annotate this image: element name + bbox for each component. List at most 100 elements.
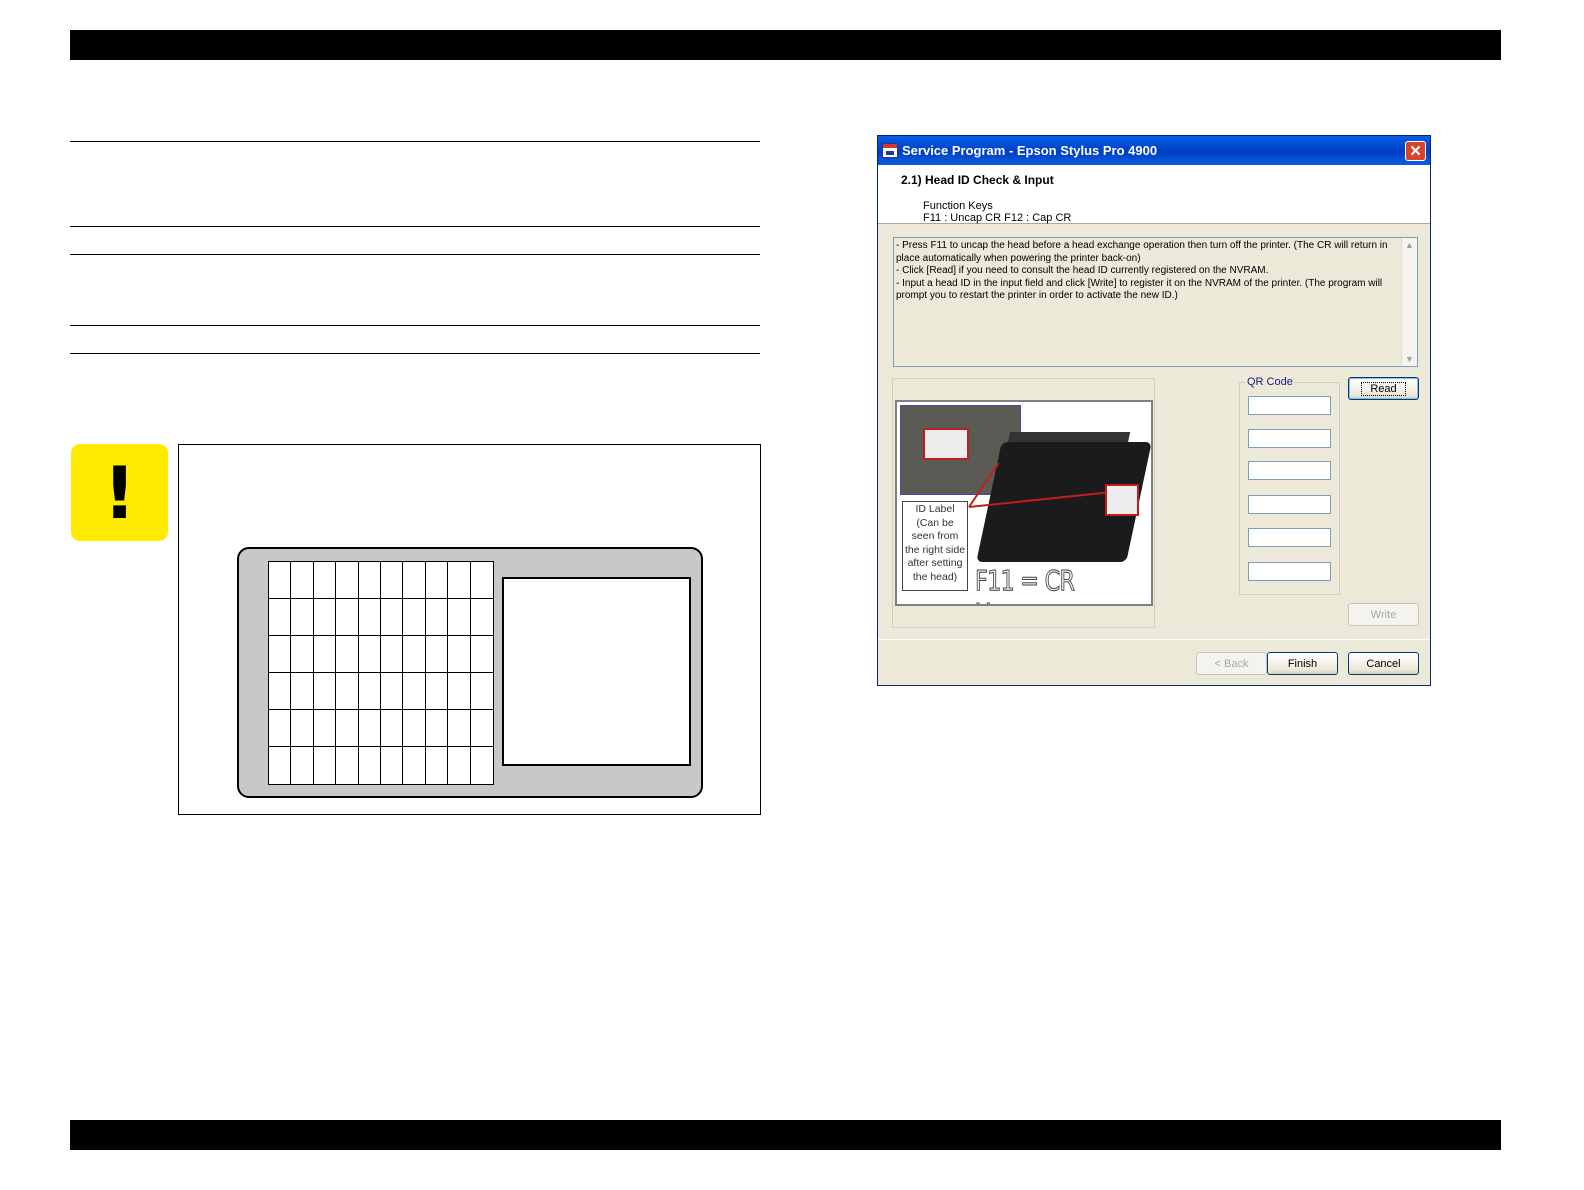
grid-cell [313, 562, 337, 599]
grid-cell [425, 599, 449, 636]
step-title: 2.1) Head ID Check & Input [901, 173, 1054, 187]
grid-cell [313, 710, 337, 747]
grid-cell [425, 673, 449, 710]
read-button[interactable]: Read [1348, 377, 1419, 400]
grid-cell [313, 599, 337, 636]
grid-cell [470, 673, 493, 710]
grid-cell [403, 710, 426, 747]
grid-cell [380, 673, 404, 710]
grid-cell [313, 636, 337, 673]
grid-cell [358, 710, 381, 747]
grid-cell [448, 747, 471, 784]
grid-cell [380, 710, 404, 747]
table-rule [70, 141, 760, 142]
grid-cell [403, 747, 426, 784]
qr-code-field-2[interactable] [1248, 429, 1331, 448]
caution-icon: ! [71, 444, 168, 541]
grid-cell [448, 599, 471, 636]
grid-cell [470, 562, 493, 599]
grid-cell [336, 599, 359, 636]
grid-cell [425, 562, 449, 599]
title-bar[interactable]: Service Program - Epson Stylus Pro 4900 … [878, 136, 1430, 165]
qr-code-field-6[interactable] [1248, 562, 1331, 581]
grid-cell [269, 747, 292, 784]
instruction-line: - Input a head ID in the input field and… [896, 277, 1383, 302]
grid-cell [336, 747, 359, 784]
function-keys-title: Function Keys [923, 200, 993, 212]
grid-cell [359, 747, 381, 784]
grid-cell [425, 710, 449, 747]
grid-cell [291, 710, 314, 747]
photo-caption: F11 = CR Uncap [975, 564, 1076, 605]
grid-cell [448, 673, 471, 710]
grid-cell [448, 636, 471, 673]
qr-code-label-illustration [237, 547, 703, 798]
grid-cell [380, 636, 404, 673]
grid-cell [381, 747, 404, 784]
qr-code-grid [268, 561, 494, 785]
grid-cell [291, 673, 314, 710]
grid-cell [448, 562, 471, 599]
grid-cell [269, 636, 292, 673]
qr-code-group-label: QR Code [1245, 376, 1295, 388]
grid-cell [269, 710, 292, 747]
grid-cell [336, 673, 359, 710]
instruction-line: - Press F11 to uncap the head before a h… [896, 240, 1388, 264]
app-icon [882, 143, 898, 158]
service-program-dialog: Service Program - Epson Stylus Pro 4900 … [877, 135, 1431, 686]
grid-cell [269, 599, 292, 636]
grid-cell [336, 710, 359, 747]
grid-cell [313, 673, 337, 710]
header-bar [70, 30, 1501, 60]
id-label-closeup [923, 428, 969, 460]
table-rule [70, 254, 760, 255]
grid-cell [336, 562, 359, 599]
cancel-button[interactable]: Cancel [1348, 652, 1419, 675]
grid-cell [470, 710, 493, 747]
grid-cell [380, 562, 404, 599]
grid-cell [314, 747, 337, 784]
footer-bar [70, 1120, 1501, 1150]
grid-cell [403, 562, 426, 599]
instruction-line: - Click [Read] if you need to consult th… [896, 265, 1269, 276]
grid-cell [470, 599, 493, 636]
finish-button[interactable]: Finish [1267, 652, 1338, 675]
grid-cell [269, 562, 292, 599]
window-title: Service Program - Epson Stylus Pro 4900 [902, 143, 1158, 158]
grid-cell [425, 636, 449, 673]
grid-cell [358, 599, 381, 636]
grid-cell [291, 636, 314, 673]
grid-cell [470, 636, 493, 673]
table-rule [70, 353, 760, 354]
grid-cell [471, 747, 493, 784]
id-label-callout: ID Label (Can be seen from the right sid… [902, 501, 968, 591]
qr-code-field-1[interactable] [1248, 396, 1331, 415]
table-rule [70, 325, 760, 326]
grid-cell [380, 599, 404, 636]
qr-code-field-5[interactable] [1248, 528, 1331, 547]
qr-code-field-3[interactable] [1248, 461, 1331, 480]
back-button[interactable]: < Back [1196, 652, 1267, 675]
textarea-scrollbar[interactable]: ▲ ▼ [1401, 238, 1417, 366]
write-button[interactable]: Write [1348, 603, 1419, 626]
grid-cell [336, 636, 359, 673]
grid-cell [291, 562, 314, 599]
print-head-photo: ID Label (Can be seen from the right sid… [895, 400, 1153, 606]
scroll-down-icon[interactable]: ▼ [1405, 353, 1414, 366]
dialog-header: 2.1) Head ID Check & Input Function Keys… [878, 165, 1430, 224]
grid-cell [358, 636, 381, 673]
grid-cell [403, 673, 426, 710]
grid-cell [358, 673, 381, 710]
qr-code-field-4[interactable] [1248, 495, 1331, 514]
footer-divider [878, 639, 1430, 640]
label-blank-area [502, 577, 691, 766]
grid-cell [403, 599, 426, 636]
grid-cell [358, 562, 381, 599]
instructions-textarea[interactable]: - Press F11 to uncap the head before a h… [893, 237, 1418, 367]
scroll-up-icon[interactable]: ▲ [1405, 239, 1414, 252]
table-rule [70, 226, 760, 227]
close-button[interactable]: ✕ [1405, 141, 1426, 161]
id-label-marker [1105, 484, 1139, 516]
grid-cell [448, 710, 471, 747]
grid-cell [291, 747, 314, 784]
